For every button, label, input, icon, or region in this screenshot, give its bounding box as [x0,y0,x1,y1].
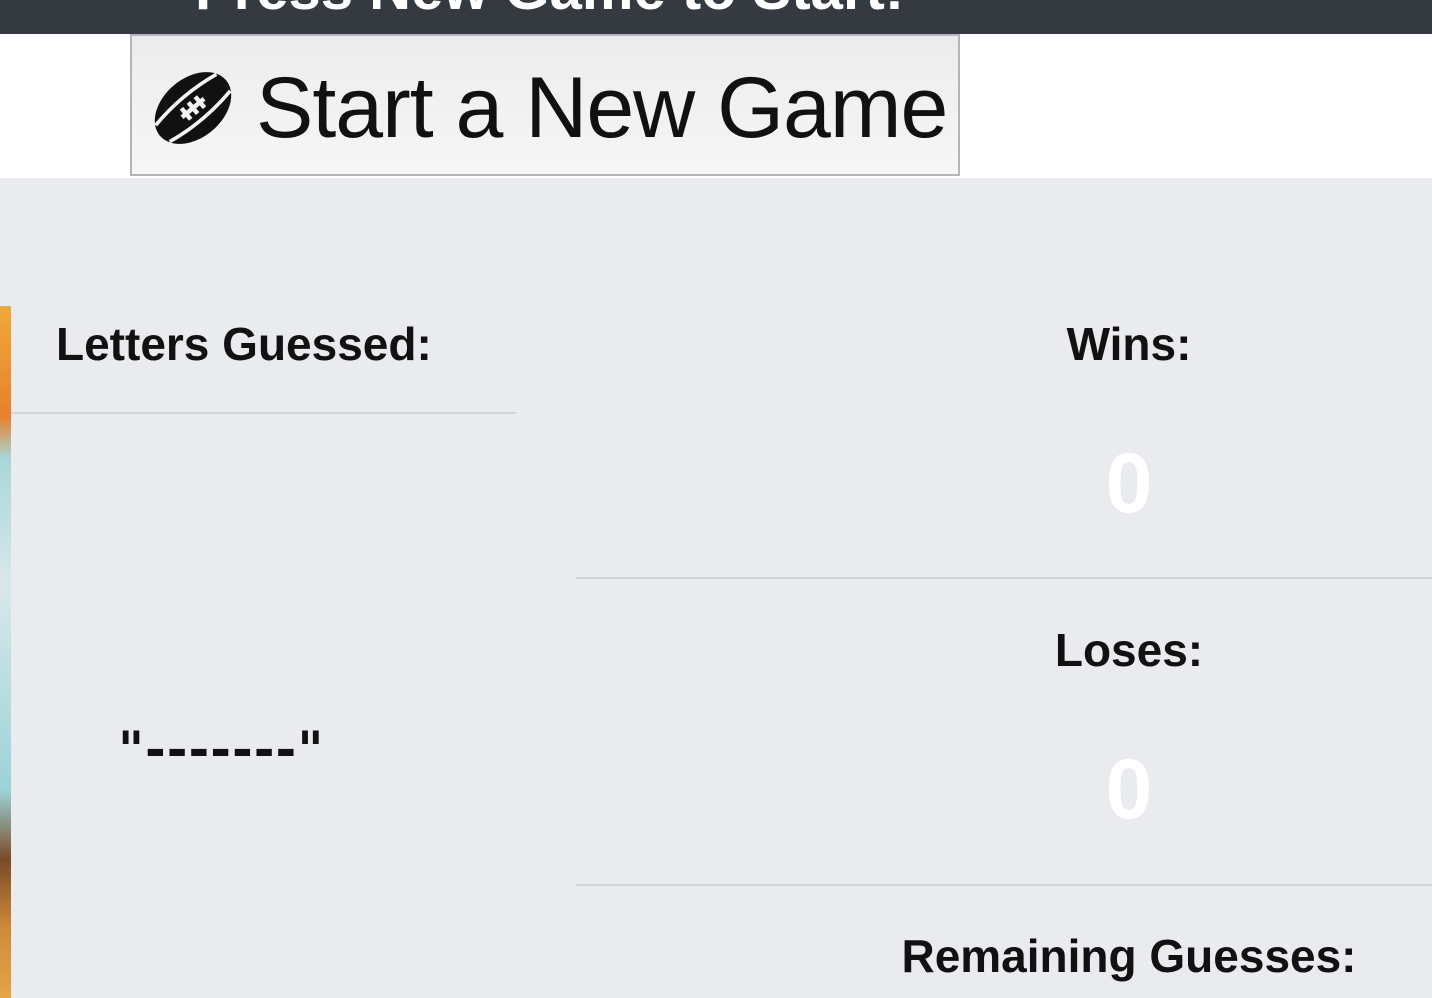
word-display: "-------" [118,721,325,779]
background-image-strip [0,306,11,998]
game-panel [0,178,1432,998]
divider [576,577,1432,579]
loses-heading: Loses: [1054,624,1204,676]
new-game-label: Start a New Game [256,60,948,156]
remaining-guesses-heading: Remaining Guesses: [901,930,1357,982]
wins-heading: Wins: [1066,318,1192,370]
divider [11,412,516,414]
football-icon [154,72,232,144]
loses-value: 0 [1105,742,1153,836]
banner-text: Press New Game to Start! [195,0,904,20]
wins-value: 0 [1105,436,1153,530]
header-bar: Press New Game to Start! [0,0,1432,34]
new-game-button[interactable]: Start a New Game [130,34,960,176]
letters-guessed-heading: Letters Guessed: [56,318,432,370]
divider [576,884,1432,886]
